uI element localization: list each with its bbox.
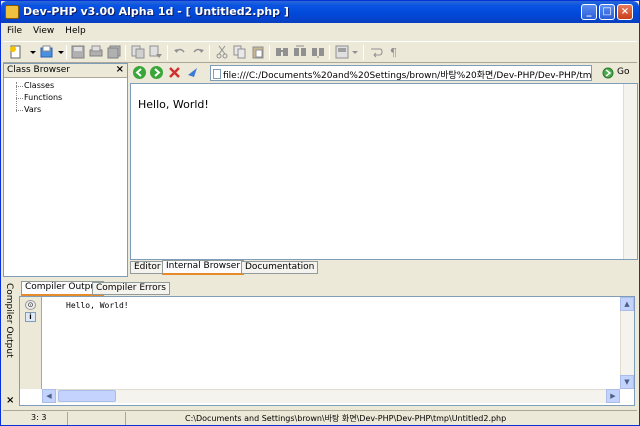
page-icon: [213, 69, 221, 79]
stop-icon[interactable]: [168, 66, 181, 79]
browser-nav-bar: file:///C:/Documents%20and%20Settings/br…: [130, 63, 638, 83]
print-icon[interactable]: [89, 45, 103, 59]
address-bar[interactable]: file:///C:/Documents%20and%20Settings/br…: [210, 65, 592, 81]
tab-documentation[interactable]: Documentation: [241, 261, 319, 274]
wrap-icon[interactable]: [369, 45, 383, 59]
open-file-icon[interactable]: [40, 45, 54, 59]
tree-connector: [16, 110, 23, 111]
editor-tabs: Editor Internal Browser Documentation: [130, 260, 638, 276]
svg-text:¶: ¶: [390, 46, 397, 59]
status-bar: 3: 3 C:\Documents and Settings\brown\바탕 …: [3, 410, 637, 425]
bottom-panel-close-button[interactable]: ×: [6, 395, 14, 406]
scroll-left-button[interactable]: ◀: [42, 389, 56, 403]
menu-view[interactable]: View: [29, 24, 58, 38]
title-bar[interactable]: Dev-PHP v3.00 Alpha 1d - [ Untitled2.php…: [1, 1, 639, 23]
tree-item-functions[interactable]: Functions: [24, 93, 62, 102]
copy-icon[interactable]: [233, 45, 247, 59]
internal-browser: file:///C:/Documents%20and%20Settings/br…: [130, 63, 638, 277]
scroll-thumb[interactable]: [58, 390, 116, 402]
redo-icon[interactable]: [191, 45, 205, 59]
tab-compiler-errors[interactable]: Compiler Errors: [92, 282, 170, 295]
undo-icon[interactable]: [173, 45, 187, 59]
refresh-icon[interactable]: [186, 66, 199, 79]
tree-item-vars[interactable]: Vars: [24, 105, 41, 114]
side-tab-label: Compiler Output: [4, 283, 14, 358]
paste-icon[interactable]: [251, 45, 265, 59]
toolbar-separator: [125, 45, 126, 60]
toolbar-separator: [363, 45, 364, 60]
scroll-right-button[interactable]: ▶: [606, 389, 620, 403]
cut-icon[interactable]: [215, 45, 229, 59]
go-button[interactable]: Go: [600, 65, 636, 81]
class-browser-title: Class Browser: [7, 65, 71, 75]
output-horizontal-scrollbar[interactable]: ◀ ▶: [42, 389, 620, 403]
go-icon: [602, 67, 614, 79]
save-all-icon[interactable]: [107, 45, 121, 59]
toolbar-separator: [329, 45, 330, 60]
status-separator: [125, 412, 126, 425]
run-icon[interactable]: [335, 45, 349, 59]
tree-item-classes[interactable]: Classes: [24, 81, 54, 90]
new-file-icon[interactable]: [9, 45, 23, 59]
menu-bar: File View Help: [3, 24, 637, 40]
info-icon[interactable]: i: [25, 312, 36, 322]
file-path: C:\Documents and Settings\brown\바탕 화면\De…: [185, 414, 507, 423]
main-window: Dev-PHP v3.00 Alpha 1d - [ Untitled2.php…: [0, 0, 640, 426]
browser-vertical-scrollbar[interactable]: [623, 84, 637, 259]
output-vertical-scrollbar[interactable]: ▲ ▼: [620, 297, 634, 389]
compiler-output-side-tab[interactable]: Compiler Output: [3, 281, 17, 393]
scroll-down-button[interactable]: ▼: [620, 375, 634, 389]
address-text: file:///C:/Documents%20and%20Settings/br…: [223, 71, 591, 81]
save-icon[interactable]: [71, 45, 85, 59]
minimize-button[interactable]: _: [581, 4, 597, 20]
close-button[interactable]: ×: [617, 4, 633, 20]
back-icon[interactable]: [133, 66, 146, 79]
toolbar: ¶: [3, 41, 637, 63]
maximize-button[interactable]: □: [599, 4, 615, 20]
class-browser-close-button[interactable]: ×: [116, 64, 124, 75]
tab-editor[interactable]: Editor: [130, 261, 165, 274]
tab-internal-browser[interactable]: Internal Browser: [162, 260, 245, 275]
tree-connector: [16, 98, 23, 99]
clear-icon[interactable]: ⊙: [25, 300, 36, 310]
find-next-icon[interactable]: [311, 45, 325, 59]
output-gutter: ⊙ i: [20, 297, 42, 389]
forward-icon[interactable]: [150, 66, 163, 79]
cursor-position: 3: 3: [31, 413, 47, 422]
toolbar-separator: [66, 45, 67, 60]
go-label: Go: [617, 67, 630, 77]
class-browser-header: Class Browser ×: [4, 64, 127, 78]
class-browser-panel: Class Browser × Classes Functions Vars: [3, 63, 128, 277]
find-icon[interactable]: [275, 45, 289, 59]
move-file-icon[interactable]: [149, 45, 163, 59]
paragraph-icon[interactable]: ¶: [387, 45, 401, 59]
compiler-output-panel: Compiler Output × Compiler Output Compil…: [3, 279, 637, 409]
toolbar-separator: [269, 45, 270, 60]
browser-viewport[interactable]: Hello, World!: [130, 83, 638, 260]
menu-file[interactable]: File: [3, 24, 26, 38]
window-title: Dev-PHP v3.00 Alpha 1d - [ Untitled2.php…: [23, 5, 289, 18]
page-content: Hello, World!: [138, 98, 209, 111]
output-area[interactable]: ⊙ i Hello, World! ▲ ▼ ◀ ▶: [19, 296, 635, 406]
replace-icon[interactable]: [293, 45, 307, 59]
tree-connector: [16, 86, 23, 87]
scroll-up-button[interactable]: ▲: [620, 297, 634, 311]
app-icon: [5, 5, 19, 19]
output-tabs: Compiler Output Compiler Errors: [19, 281, 619, 297]
dropdown-arrow-icon[interactable]: [57, 45, 71, 59]
toolbar-separator: [209, 45, 210, 60]
copy-file-icon[interactable]: [131, 45, 145, 59]
status-separator: [67, 412, 68, 425]
menu-help[interactable]: Help: [61, 24, 90, 38]
toolbar-separator: [167, 45, 168, 60]
output-text: Hello, World!: [66, 301, 129, 310]
